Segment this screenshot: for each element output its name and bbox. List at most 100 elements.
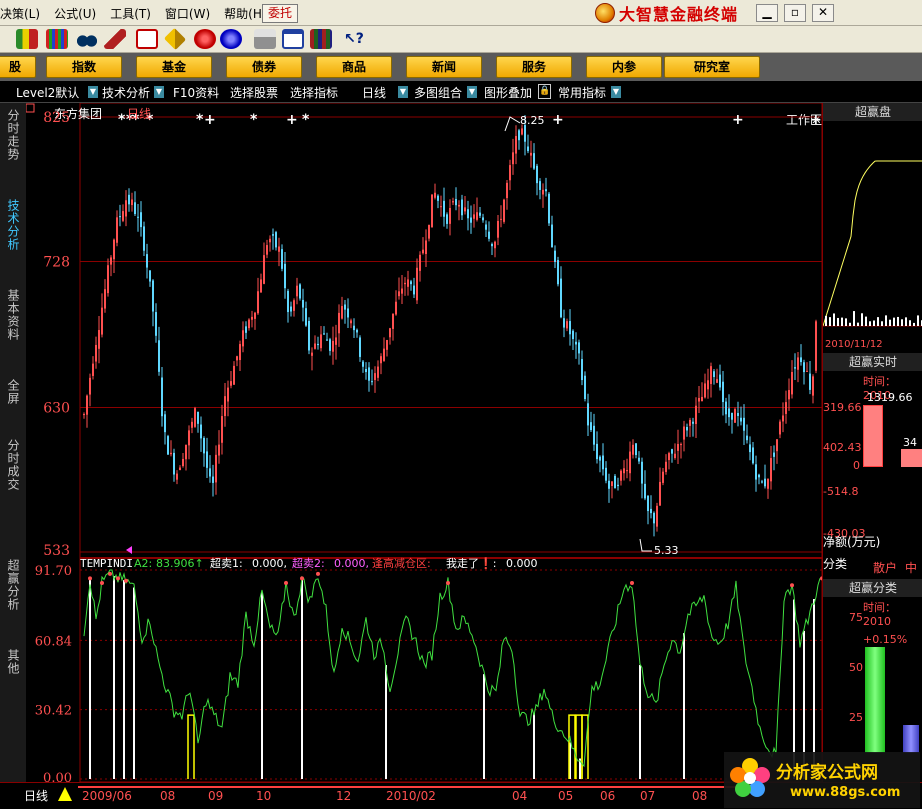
- tab-fullscreen[interactable]: 全屏: [3, 379, 23, 405]
- signal-marker: +: [810, 112, 822, 128]
- period-dropdown-icon[interactable]: ▼: [398, 86, 408, 98]
- candle-body: [347, 308, 349, 318]
- candle-body: [143, 226, 145, 251]
- volume-bar: [825, 315, 827, 326]
- books-icon[interactable]: [310, 29, 332, 49]
- candle-body: [263, 255, 265, 284]
- print-icon[interactable]: [254, 29, 276, 49]
- indicator-dropdown-icon[interactable]: ▼: [611, 86, 621, 98]
- menu-help[interactable]: 帮助(H): [224, 5, 266, 22]
- tab-trades[interactable]: 分时成交: [3, 439, 23, 491]
- opt-level2[interactable]: Level2默认: [16, 84, 79, 101]
- time-label-10: 07: [640, 789, 656, 803]
- trade-button[interactable]: 委托: [262, 4, 299, 23]
- close-button[interactable]: ✕: [812, 4, 834, 22]
- candle-body: [758, 474, 760, 478]
- opt-select-indicator[interactable]: 选择指标: [290, 84, 338, 101]
- candle-body: [731, 412, 733, 420]
- flag-icon[interactable]: [16, 29, 38, 49]
- oversold1-label: 超卖1:: [210, 556, 243, 570]
- tab-super-analysis[interactable]: 超赢分析: [3, 559, 23, 611]
- window-icon[interactable]: [282, 29, 304, 49]
- maximize-button[interactable]: ▫: [784, 4, 806, 22]
- candle-body: [803, 362, 805, 373]
- period-toggle-icon[interactable]: [58, 787, 72, 801]
- alert-icon[interactable]: [136, 29, 158, 49]
- opt-overlay[interactable]: 图形叠加: [484, 84, 532, 101]
- candle-body: [815, 321, 817, 371]
- panel-date: 2010/11/12: [825, 339, 883, 350]
- lock-icon[interactable]: 🔒: [538, 84, 551, 99]
- candle-body: [272, 234, 274, 236]
- opt-select-stock[interactable]: 选择股票: [230, 84, 278, 101]
- candle-body: [146, 254, 148, 268]
- red-circle-icon[interactable]: [194, 29, 216, 49]
- opt-common-indicators[interactable]: 常用指标: [558, 84, 606, 101]
- panel-tab-mid[interactable]: 中: [905, 559, 917, 576]
- nav-research[interactable]: 研究室: [664, 56, 760, 78]
- candle-body: [794, 367, 796, 369]
- candle-body: [224, 396, 226, 417]
- bottom-period[interactable]: 日线: [24, 787, 48, 804]
- candle-body: [377, 366, 379, 378]
- opt-daily[interactable]: 日线: [362, 84, 386, 101]
- candle-body: [95, 344, 97, 362]
- candle-body: [473, 214, 475, 219]
- overbought-dot: [88, 576, 92, 581]
- volume-bar: [873, 320, 875, 326]
- volume-bar: [865, 316, 867, 326]
- candle-body: [686, 427, 688, 431]
- nav-fund[interactable]: 基金: [136, 56, 212, 78]
- candle-body: [707, 380, 709, 390]
- nav-index[interactable]: 指数: [46, 56, 122, 78]
- menu-window[interactable]: 窗口(W): [165, 5, 210, 22]
- opt-tech-analysis[interactable]: 技术分析: [102, 84, 150, 101]
- signal-marker: +: [732, 112, 744, 128]
- tab-technical[interactable]: 技术分析: [3, 199, 23, 251]
- super-class-header[interactable]: 超赢分类: [823, 579, 922, 597]
- nav-news[interactable]: 新闻: [406, 56, 482, 78]
- candle-body: [284, 263, 286, 289]
- time-label-2: 08: [160, 789, 176, 803]
- rt-axis-2: 402.43: [823, 441, 862, 454]
- super-disk-header[interactable]: 超赢盘: [823, 103, 922, 121]
- diamond-icon[interactable]: [163, 27, 187, 51]
- chart-corner-icon[interactable]: [26, 103, 35, 113]
- minimize-button[interactable]: ▁: [756, 4, 778, 22]
- crayons-icon[interactable]: [46, 29, 68, 49]
- candle-body: [149, 270, 151, 282]
- blue-circle-icon[interactable]: [220, 29, 242, 49]
- net-amount-label: 净额(万元): [823, 535, 881, 549]
- candle-body: [350, 320, 352, 324]
- candle-body: [656, 505, 658, 527]
- volume-bar: [901, 319, 903, 326]
- candle-body: [164, 414, 166, 433]
- super-realtime-header[interactable]: 超赢实时: [823, 353, 922, 371]
- nav-insider[interactable]: 内参: [586, 56, 662, 78]
- menu-tools[interactable]: 工具(T): [110, 5, 151, 22]
- candle-body: [566, 321, 568, 329]
- panel-tab-retail[interactable]: 散户: [873, 559, 897, 576]
- binoculars-icon[interactable]: [76, 29, 98, 49]
- multi-dropdown-icon[interactable]: ▼: [467, 86, 477, 98]
- nav-stock[interactable]: 股: [0, 56, 36, 78]
- price-chart[interactable]: * ** * * + * + * + + + 东方集团 日线 825 728 630 533 8.2…: [26, 103, 822, 782]
- opt-multi-chart[interactable]: 多图组合: [414, 84, 462, 101]
- help-icon[interactable]: ↖?: [344, 29, 366, 49]
- candle-body: [392, 313, 394, 329]
- tech-dropdown-icon[interactable]: ▼: [154, 86, 164, 98]
- nav-commodity[interactable]: 商品: [316, 56, 392, 78]
- megaphone-icon[interactable]: [104, 29, 126, 49]
- nav-service[interactable]: 服务: [496, 56, 572, 78]
- tab-fundamentals[interactable]: 基本资料: [3, 289, 23, 341]
- nav-bond[interactable]: 债券: [226, 56, 302, 78]
- tab-intraday[interactable]: 分时走势: [3, 109, 23, 161]
- menu-decision[interactable]: 决策(L): [0, 5, 40, 22]
- exit-label: 我走了❗:: [446, 557, 496, 570]
- tab-other[interactable]: 其他: [3, 649, 23, 675]
- level2-dropdown-icon[interactable]: ▼: [88, 86, 98, 98]
- menu-formula[interactable]: 公式(U): [54, 5, 96, 22]
- candle-body: [548, 193, 550, 224]
- oversold-block: [187, 714, 195, 779]
- opt-f10[interactable]: F10资料: [173, 84, 219, 101]
